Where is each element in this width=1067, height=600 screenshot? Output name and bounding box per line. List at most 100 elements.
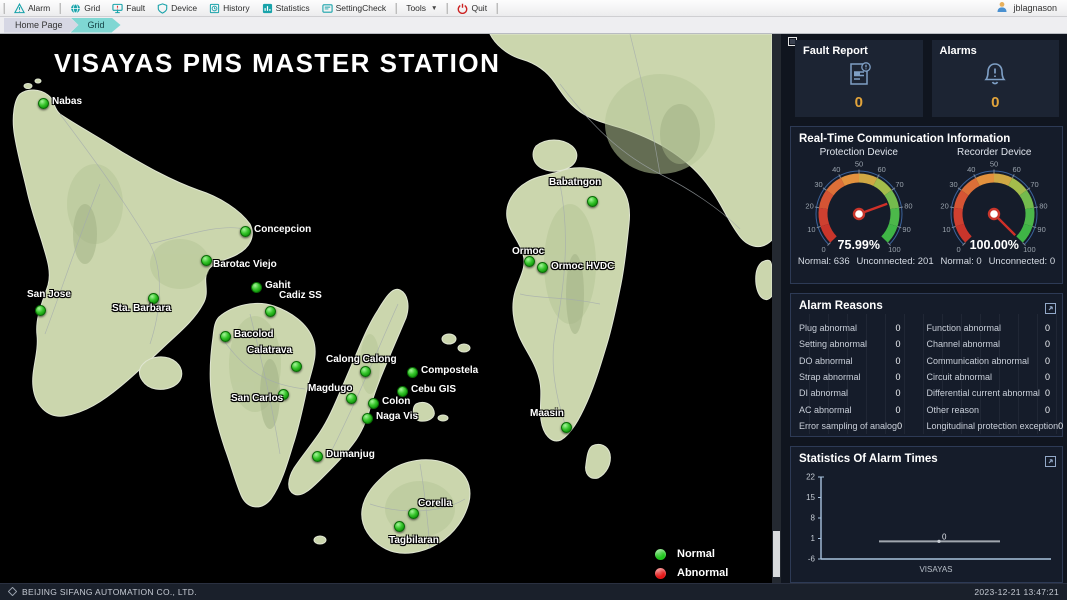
panel-scrollbar-thumb[interactable] xyxy=(773,531,780,577)
alarm-reason-label: Strap abnormal xyxy=(799,372,861,382)
alarm-reason-row: Circuit abnormal 0 xyxy=(927,369,1055,385)
toolbar-button-tools[interactable]: Tools▼ xyxy=(400,1,443,16)
svg-text:60: 60 xyxy=(1013,165,1021,174)
svg-text:30: 30 xyxy=(814,180,822,189)
station-marker[interactable] xyxy=(251,282,262,293)
svg-text:8: 8 xyxy=(811,514,816,523)
toolbar-button-label: Alarm xyxy=(28,3,50,13)
svg-text:40: 40 xyxy=(832,165,840,174)
toolbar-button-device[interactable]: Device xyxy=(151,1,203,16)
toolbar-buttons: Alarm GridFaultDevice History Statistics Set… xyxy=(0,1,501,16)
svg-text:20: 20 xyxy=(941,202,949,211)
station-label: San Jose xyxy=(27,289,71,300)
station-marker[interactable] xyxy=(587,196,598,207)
toolbar-separator xyxy=(3,3,5,14)
toolbar-button-statistics[interactable]: Statistics xyxy=(256,1,316,16)
toolbar-button-settingcheck[interactable]: SettingCheck xyxy=(316,1,393,16)
quit-icon xyxy=(457,3,468,14)
alarm-reason-value: 0 xyxy=(1058,421,1067,431)
fault-report-card[interactable]: Fault Report0 xyxy=(795,40,923,117)
station-marker[interactable] xyxy=(394,521,405,532)
alarm-reason-value: 0 xyxy=(1045,356,1054,366)
alarm-reason-value: 0 xyxy=(897,421,914,431)
station-marker[interactable] xyxy=(360,366,371,377)
map-title: VISAYAS PMS MASTER STATION xyxy=(54,48,500,79)
station-label: Magdugo xyxy=(308,383,352,394)
section-title: Statistics Of Alarm Times xyxy=(791,447,1062,467)
expand-icon[interactable] xyxy=(1045,301,1056,312)
alarm-reason-label: Channel abnormal xyxy=(927,339,1001,349)
svg-text:40: 40 xyxy=(967,165,975,174)
station-marker[interactable] xyxy=(35,305,46,316)
expand-icon[interactable] xyxy=(1045,454,1056,465)
alarm-reason-label: Plug abnormal xyxy=(799,323,857,333)
alarm-reason-value: 0 xyxy=(895,323,912,333)
station-marker[interactable] xyxy=(346,393,357,404)
toolbar-button-label: History xyxy=(223,3,249,13)
card-value: 0 xyxy=(932,94,1060,111)
toolbar-button-alarm[interactable]: Alarm xyxy=(8,1,56,16)
user-menu[interactable]: jblagnason xyxy=(996,1,1057,15)
alarm-icon xyxy=(14,3,25,14)
station-label: Ormoc HVDC xyxy=(551,261,614,272)
station-label: San Carlos xyxy=(231,393,283,404)
station-marker[interactable] xyxy=(524,256,535,267)
toolbar-button-history[interactable]: History xyxy=(203,1,255,16)
svg-text:10: 10 xyxy=(942,225,950,234)
station-marker[interactable] xyxy=(220,331,231,342)
station-marker[interactable] xyxy=(537,262,548,273)
summary-stat: Unconnected: 201 xyxy=(857,256,934,267)
app-window: Alarm GridFaultDevice History Statistics Set… xyxy=(0,0,1067,600)
map-canvas[interactable]: VISAYAS PMS MASTER STATION NabasConcepci… xyxy=(0,34,772,583)
alarm-reason-row: Differential current abnormal 0 xyxy=(927,385,1055,401)
toolbar-button-fault[interactable]: Fault xyxy=(106,1,151,16)
card-title: Alarms xyxy=(940,45,977,57)
grid-icon xyxy=(70,3,81,14)
alarm-reason-row: Longitudinal protection exception0 xyxy=(927,418,1055,434)
toolbar-button-quit[interactable]: Quit xyxy=(451,1,493,16)
station-marker[interactable] xyxy=(408,508,419,519)
alarm-reason-value: 0 xyxy=(1045,388,1054,398)
svg-text:22: 22 xyxy=(806,473,815,482)
toolbar-button-label: SettingCheck xyxy=(336,3,387,13)
gauge-label: Protection Device xyxy=(791,147,927,158)
station-label: Corella xyxy=(418,498,452,509)
alarm-reason-row: Plug abnormal 0 xyxy=(799,320,913,336)
station-marker[interactable] xyxy=(312,451,323,462)
station-marker[interactable] xyxy=(407,367,418,378)
station-marker[interactable] xyxy=(201,255,212,266)
station-marker[interactable] xyxy=(368,398,379,409)
station-marker[interactable] xyxy=(265,306,276,317)
toolbar-button-grid[interactable]: Grid xyxy=(64,1,106,16)
station-label: Calatrava xyxy=(247,345,292,356)
alarm-reason-value: 0 xyxy=(1045,372,1054,382)
station-marker[interactable] xyxy=(561,422,572,433)
realtime-communication-section: Real-Time Communication Information Prot… xyxy=(790,126,1063,284)
alarm-reason-label: Setting abnormal xyxy=(799,339,867,349)
alarm-reason-label: Differential current abnormal xyxy=(927,388,1040,398)
datetime: 2023-12-21 13:47:21 xyxy=(974,587,1059,597)
alarm-reason-label: Circuit abnormal xyxy=(927,372,993,382)
alarm-reason-row: Strap abnormal0 xyxy=(799,369,913,385)
company-name: BEIJING SIFANG AUTOMATION CO., LTD. xyxy=(22,587,197,597)
alarm-reason-label: Function abnormal xyxy=(927,323,1002,333)
map-legend: Normal Abnormal xyxy=(655,548,728,583)
station-label: Tagbilaran xyxy=(389,535,439,546)
station-marker[interactable] xyxy=(362,413,373,424)
station-marker[interactable] xyxy=(38,98,49,109)
user-name: jblagnason xyxy=(1013,3,1057,13)
alarms-card[interactable]: Alarms 0 xyxy=(932,40,1060,117)
station-marker[interactable] xyxy=(240,226,251,237)
panel-scrollbar[interactable] xyxy=(772,34,781,583)
legend-label: Abnormal xyxy=(677,567,728,579)
legend-item: Normal xyxy=(655,548,728,560)
tab-home-page[interactable]: Home Page xyxy=(4,18,79,33)
alarm-reason-value: 0 xyxy=(1045,405,1054,415)
station-marker[interactable] xyxy=(291,361,302,372)
bell-icon xyxy=(981,60,1009,93)
alarm-reason-label: Other reason xyxy=(927,405,980,415)
alarm-reason-row: Communication abnormal0 xyxy=(927,353,1055,369)
toolbar-button-label: Quit xyxy=(471,3,487,13)
chevron-down-icon: ▼ xyxy=(431,5,437,12)
status-bar: BEIJING SIFANG AUTOMATION CO., LTD. 2023… xyxy=(0,583,1067,600)
